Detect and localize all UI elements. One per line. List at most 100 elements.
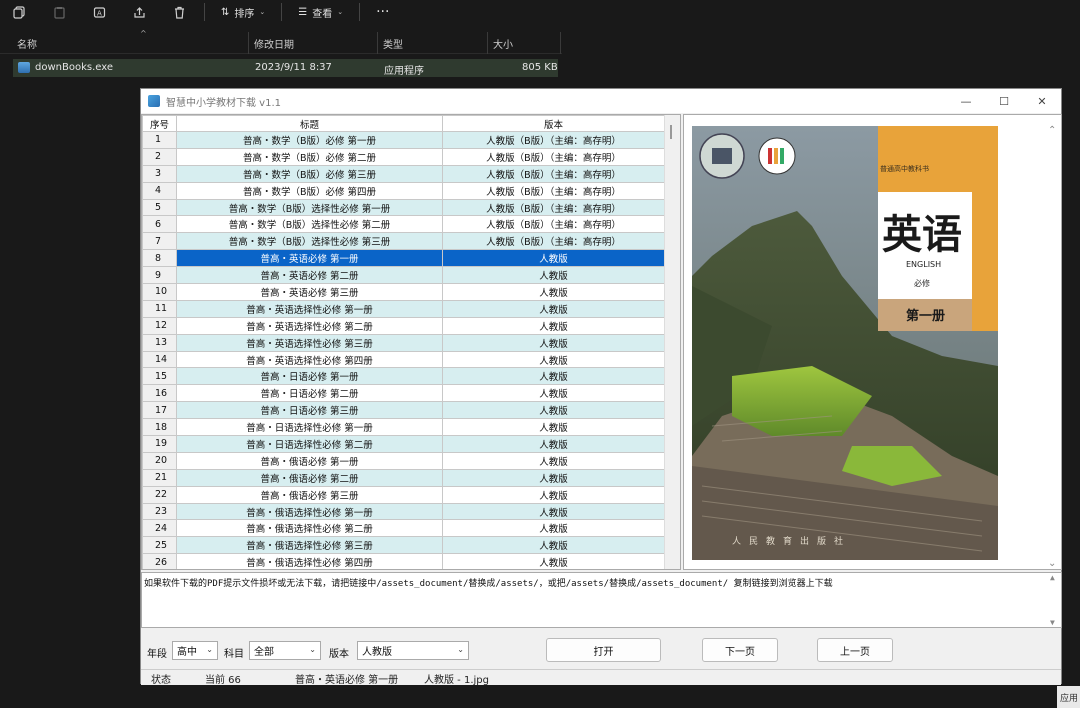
table-row[interactable]: 2 普高・数学（B版）必修 第二册 人教版（B版）（主编：高存明）	[142, 147, 665, 166]
row-title: 普高・俄语选择性必修 第二册	[176, 519, 443, 538]
row-index: 5	[142, 198, 177, 217]
maximize-button[interactable]: ☐	[985, 89, 1023, 113]
column-size-label: 大小	[493, 39, 513, 51]
row-edition: 人教版	[442, 435, 665, 453]
explorer-column-header: 名称 ^ 修改日期 类型 大小	[0, 29, 562, 54]
table-row[interactable]: 7 普高・数学（B版）选择性必修 第三册 人教版（B版）（主编：高存明）	[142, 232, 665, 251]
open-button[interactable]: 打开	[546, 638, 661, 662]
table-row[interactable]: 9 普高・英语必修 第二册 人教版	[142, 266, 665, 285]
row-index: 18	[142, 418, 177, 437]
table-row[interactable]: 16 普高・日语必修 第二册 人教版	[142, 384, 665, 403]
scroll-down-icon[interactable]: ▼	[1050, 618, 1055, 627]
row-index: 19	[142, 435, 177, 453]
table-row[interactable]: 3 普高・数学（B版）必修 第三册 人教版（B版）（主编：高存明）	[142, 164, 665, 183]
table-row[interactable]: 10 普高・英语必修 第三册 人教版	[142, 283, 665, 301]
row-index: 13	[142, 333, 177, 352]
preview-scrollbar[interactable]: ⌃ ⌄	[1045, 115, 1061, 569]
message-textarea[interactable]: 如果软件下载的PDF提示文件损坏或无法下载，请把链接中/assets_docum…	[141, 572, 1062, 628]
table-row[interactable]: 22 普高・俄语必修 第三册 人教版	[142, 485, 665, 504]
table-row[interactable]: 1 普高・数学（B版）必修 第一册 人教版（B版）（主编：高存明）	[142, 131, 665, 149]
chevron-down-icon: ⌄	[309, 645, 316, 654]
header-title[interactable]: 标题	[176, 115, 443, 132]
row-title: 普高・英语必修 第二册	[176, 266, 443, 285]
edition-select[interactable]: 人教版 ⌄	[357, 641, 469, 660]
table-row[interactable]: 12 普高・英语选择性必修 第二册 人教版	[142, 316, 665, 335]
table-row[interactable]: 14 普高・英语选择性必修 第四册 人教版	[142, 350, 665, 369]
row-edition: 人教版	[442, 468, 665, 487]
row-edition: 人教版（B版）（主编：高存明）	[442, 232, 665, 251]
column-type[interactable]: 类型	[379, 32, 488, 54]
row-title: 普高・数学（B版）必修 第一册	[176, 131, 443, 149]
file-name: downBooks.exe	[35, 62, 113, 73]
cover-title: 英语	[882, 211, 962, 258]
view-button[interactable]: ☰ 查看 ⌄	[290, 5, 351, 20]
header-edition[interactable]: 版本	[442, 115, 665, 132]
table-row[interactable]: 8 普高・英语必修 第一册 人教版	[142, 249, 665, 268]
header-index[interactable]: 序号	[142, 115, 177, 132]
row-title: 普高・数学（B版）选择性必修 第一册	[176, 198, 443, 217]
table-row[interactable]: 13 普高・英语选择性必修 第三册 人教版	[142, 333, 665, 352]
rename-icon[interactable]: A	[88, 1, 110, 23]
message-scrollbar[interactable]: ▲ ▼	[1047, 573, 1061, 627]
subject-select[interactable]: 全部 ⌄	[249, 641, 321, 660]
table-row[interactable]: 5 普高・数学（B版）选择性必修 第一册 人教版（B版）（主编：高存明）	[142, 198, 665, 217]
close-button[interactable]: ✕	[1023, 89, 1061, 113]
scroll-up-icon[interactable]: ⌃	[1048, 125, 1056, 136]
table-row[interactable]: 26 普高・俄语选择性必修 第四册 人教版	[142, 553, 665, 569]
share-icon[interactable]	[128, 1, 150, 23]
table-row[interactable]: 25 普高・俄语选择性必修 第三册 人教版	[142, 536, 665, 555]
table-row[interactable]: 19 普高・日语选择性必修 第二册 人教版	[142, 435, 665, 453]
row-index: 12	[142, 316, 177, 335]
row-edition: 人教版	[442, 249, 665, 268]
table-header-row: 序号 标题 版本	[142, 115, 665, 132]
row-edition: 人教版（B版）（主编：高存明）	[442, 198, 665, 217]
minimize-button[interactable]: —	[947, 89, 985, 113]
row-edition: 人教版（B版）（主编：高存明）	[442, 164, 665, 183]
row-title: 普高・数学（B版）选择性必修 第三册	[176, 232, 443, 251]
row-edition: 人教版（B版）（主编：高存明）	[442, 147, 665, 166]
copy-icon[interactable]	[8, 1, 30, 23]
sort-button[interactable]: ⇅ 排序 ⌄	[213, 5, 273, 20]
row-edition: 人教版	[442, 283, 665, 301]
table-row[interactable]: 6 普高・数学（B版）选择性必修 第二册 人教版（B版）（主编：高存明）	[142, 215, 665, 234]
table-row[interactable]: 4 普高・数学（B版）必修 第四册 人教版（B版）（主编：高存明）	[142, 181, 665, 200]
table-row[interactable]: 18 普高・日语选择性必修 第一册 人教版	[142, 418, 665, 437]
title-bar[interactable]: 智慧中小学教材下载 v1.1 — ☐ ✕	[141, 89, 1061, 113]
table-row[interactable]: 15 普高・日语必修 第一册 人教版	[142, 367, 665, 386]
scroll-down-icon[interactable]: ⌄	[1048, 558, 1056, 569]
app-icon	[148, 95, 160, 107]
next-page-button[interactable]: 下一页	[702, 638, 778, 662]
row-title: 普高・日语必修 第一册	[176, 367, 443, 386]
status-label: 状态	[151, 675, 171, 686]
table-row[interactable]: 20 普高・俄语必修 第一册 人教版	[142, 451, 665, 470]
chevron-down-icon: ⌄	[457, 645, 464, 654]
prev-page-button[interactable]: 上一页	[817, 638, 893, 662]
table-row[interactable]: 17 普高・日语必修 第三册 人教版	[142, 401, 665, 420]
row-index: 2	[142, 147, 177, 166]
chevron-down-icon: ⌄	[337, 8, 344, 16]
edition-label: 版本	[329, 649, 349, 660]
table-row[interactable]: 23 普高・俄语选择性必修 第一册 人教版	[142, 502, 665, 521]
row-title: 普高・数学（B版）必修 第四册	[176, 181, 443, 200]
table-row[interactable]: 21 普高・俄语必修 第二册 人教版	[142, 468, 665, 487]
delete-icon[interactable]	[168, 1, 190, 23]
row-title: 普高・数学（B版）必修 第三册	[176, 164, 443, 183]
column-size[interactable]: 大小	[489, 32, 561, 54]
row-edition: 人教版（B版）（主编：高存明）	[442, 215, 665, 234]
paste-icon[interactable]	[48, 1, 70, 23]
row-index: 3	[142, 164, 177, 183]
file-row[interactable]: downBooks.exe 2023/9/11 8:37 应用程序 805 KB	[13, 59, 558, 77]
row-edition: 人教版	[442, 367, 665, 386]
row-title: 普高・英语选择性必修 第二册	[176, 316, 443, 335]
row-title: 普高・英语选择性必修 第三册	[176, 333, 443, 352]
row-index: 9	[142, 266, 177, 285]
grade-select[interactable]: 高中 ⌄	[172, 641, 218, 660]
column-name[interactable]: 名称 ^	[13, 29, 249, 54]
table-scrollbar[interactable]	[664, 115, 680, 569]
more-options-button[interactable]: ···	[368, 4, 397, 20]
scrollbar-thumb[interactable]	[670, 125, 672, 139]
scroll-up-icon[interactable]: ▲	[1050, 573, 1055, 582]
column-modified[interactable]: 修改日期	[250, 32, 378, 54]
table-row[interactable]: 24 普高・俄语选择性必修 第二册 人教版	[142, 519, 665, 538]
table-row[interactable]: 11 普高・英语选择性必修 第一册 人教版	[142, 299, 665, 318]
